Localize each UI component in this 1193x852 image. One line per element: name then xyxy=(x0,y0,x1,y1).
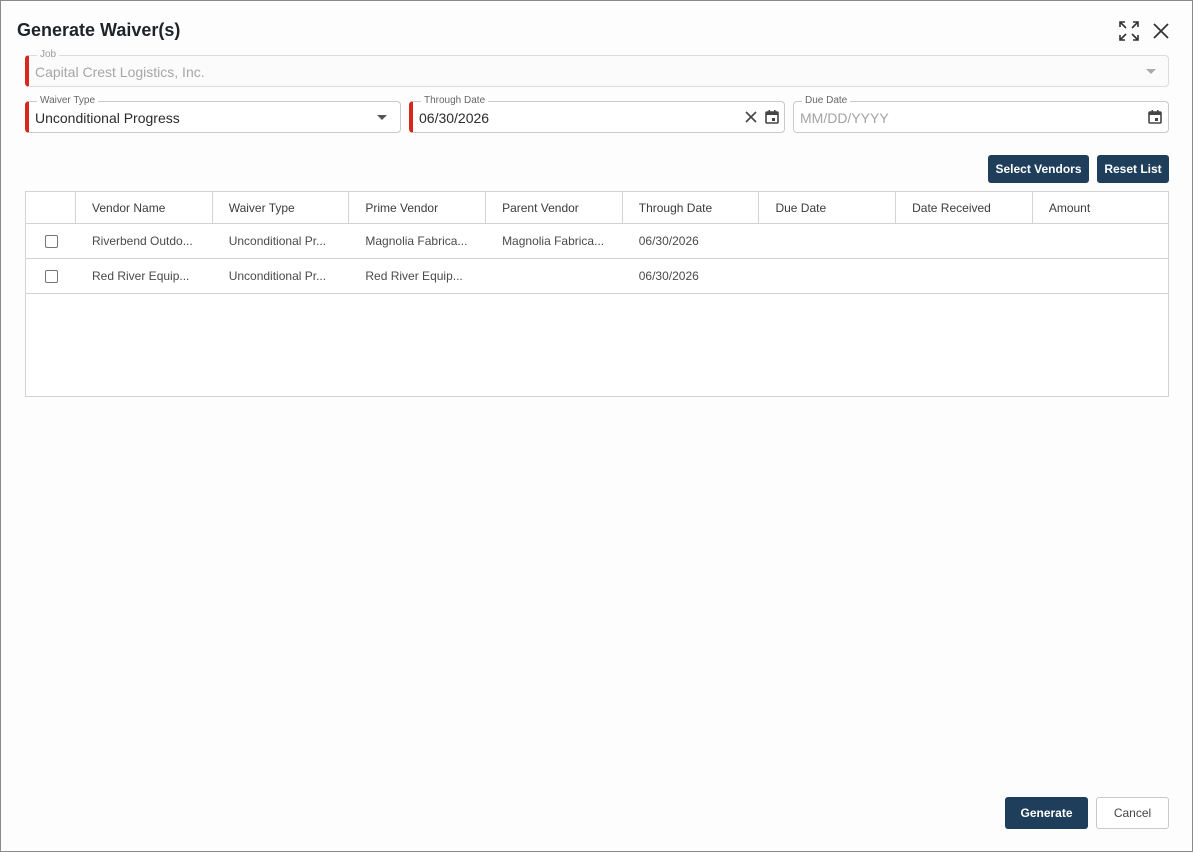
through-date-label: Through Date xyxy=(421,95,489,107)
column-header[interactable]: Waiver Type xyxy=(213,192,350,223)
dialog-title: Generate Waiver(s) xyxy=(17,20,181,40)
column-header[interactable]: Due Date xyxy=(759,192,897,223)
through-date-value: 06/30/2026 xyxy=(419,110,490,126)
column-header[interactable]: Parent Vendor xyxy=(486,192,623,223)
row-select-cell xyxy=(26,224,76,258)
job-label: Job xyxy=(37,49,60,61)
due-date-placeholder: MM/DD/YYYY xyxy=(800,110,889,126)
row-select-cell xyxy=(26,259,76,293)
due-date-label: Due Date xyxy=(802,95,851,107)
chevron-down-icon[interactable] xyxy=(373,108,391,126)
row-checkbox[interactable] xyxy=(45,234,58,248)
due-date-cell xyxy=(759,224,896,258)
table-row[interactable]: Riverbend Outdo... Unconditional Pr... M… xyxy=(26,224,1168,259)
due-date-cell xyxy=(759,259,896,293)
cancel-button[interactable]: Cancel xyxy=(1096,797,1169,829)
parent-vendor-cell xyxy=(486,259,623,293)
date-received-cell xyxy=(896,224,1033,258)
table-row[interactable]: Red River Equip... Unconditional Pr... R… xyxy=(26,259,1168,294)
column-header[interactable]: Prime Vendor xyxy=(349,192,487,223)
prime-vendor-cell: Magnolia Fabrica... xyxy=(365,234,468,248)
waiver-type-cell: Unconditional Pr... xyxy=(228,234,327,248)
vendor-name-cell: Riverbend Outdo... xyxy=(92,234,193,248)
amount-cell xyxy=(1033,224,1168,258)
waiver-type-value: Unconditional Progress xyxy=(35,110,180,126)
parent-vendor-cell: Magnolia Fabrica... xyxy=(502,234,605,248)
through-date-field[interactable]: Through Date 06/30/2026 xyxy=(409,95,785,133)
job-field[interactable]: Job Capital Crest Logistics, Inc. xyxy=(25,49,1169,87)
waiver-type-label: Waiver Type xyxy=(37,95,99,107)
waiver-type-cell: Unconditional Pr... xyxy=(228,269,327,283)
through-date-cell: 06/30/2026 xyxy=(638,269,699,283)
column-header[interactable]: Date Received xyxy=(896,192,1033,223)
reset-list-button[interactable]: Reset List xyxy=(1097,155,1169,183)
vendor-name-cell: Red River Equip... xyxy=(92,269,190,283)
column-header[interactable]: Through Date xyxy=(623,192,760,223)
chevron-down-icon xyxy=(1142,62,1160,80)
prime-vendor-cell: Red River Equip... xyxy=(365,269,463,283)
close-icon[interactable] xyxy=(1149,19,1173,43)
generate-waivers-dialog: Generate Waiver(s) Job Capital Crest Log… xyxy=(0,0,1193,852)
due-date-field[interactable]: Due Date MM/DD/YYYY xyxy=(793,95,1169,133)
date-received-cell xyxy=(896,259,1033,293)
select-vendors-button[interactable]: Select Vendors xyxy=(988,155,1089,183)
column-header[interactable]: Amount xyxy=(1033,192,1168,223)
amount-cell xyxy=(1033,259,1168,293)
vendor-grid: Vendor Name Waiver Type Prime Vendor Par… xyxy=(25,191,1169,397)
calendar-icon[interactable] xyxy=(763,108,781,126)
job-value: Capital Crest Logistics, Inc. xyxy=(35,64,205,80)
generate-button[interactable]: Generate xyxy=(1005,797,1088,829)
calendar-icon[interactable] xyxy=(1146,108,1164,126)
column-header[interactable]: Vendor Name xyxy=(76,192,213,223)
clear-icon[interactable] xyxy=(742,108,760,126)
row-checkbox[interactable] xyxy=(45,269,58,283)
grid-header: Vendor Name Waiver Type Prime Vendor Par… xyxy=(26,192,1168,224)
select-column-header xyxy=(26,192,76,223)
through-date-cell: 06/30/2026 xyxy=(638,234,699,248)
waiver-type-select[interactable]: Waiver Type Unconditional Progress xyxy=(25,95,401,133)
maximize-icon[interactable] xyxy=(1117,19,1141,43)
